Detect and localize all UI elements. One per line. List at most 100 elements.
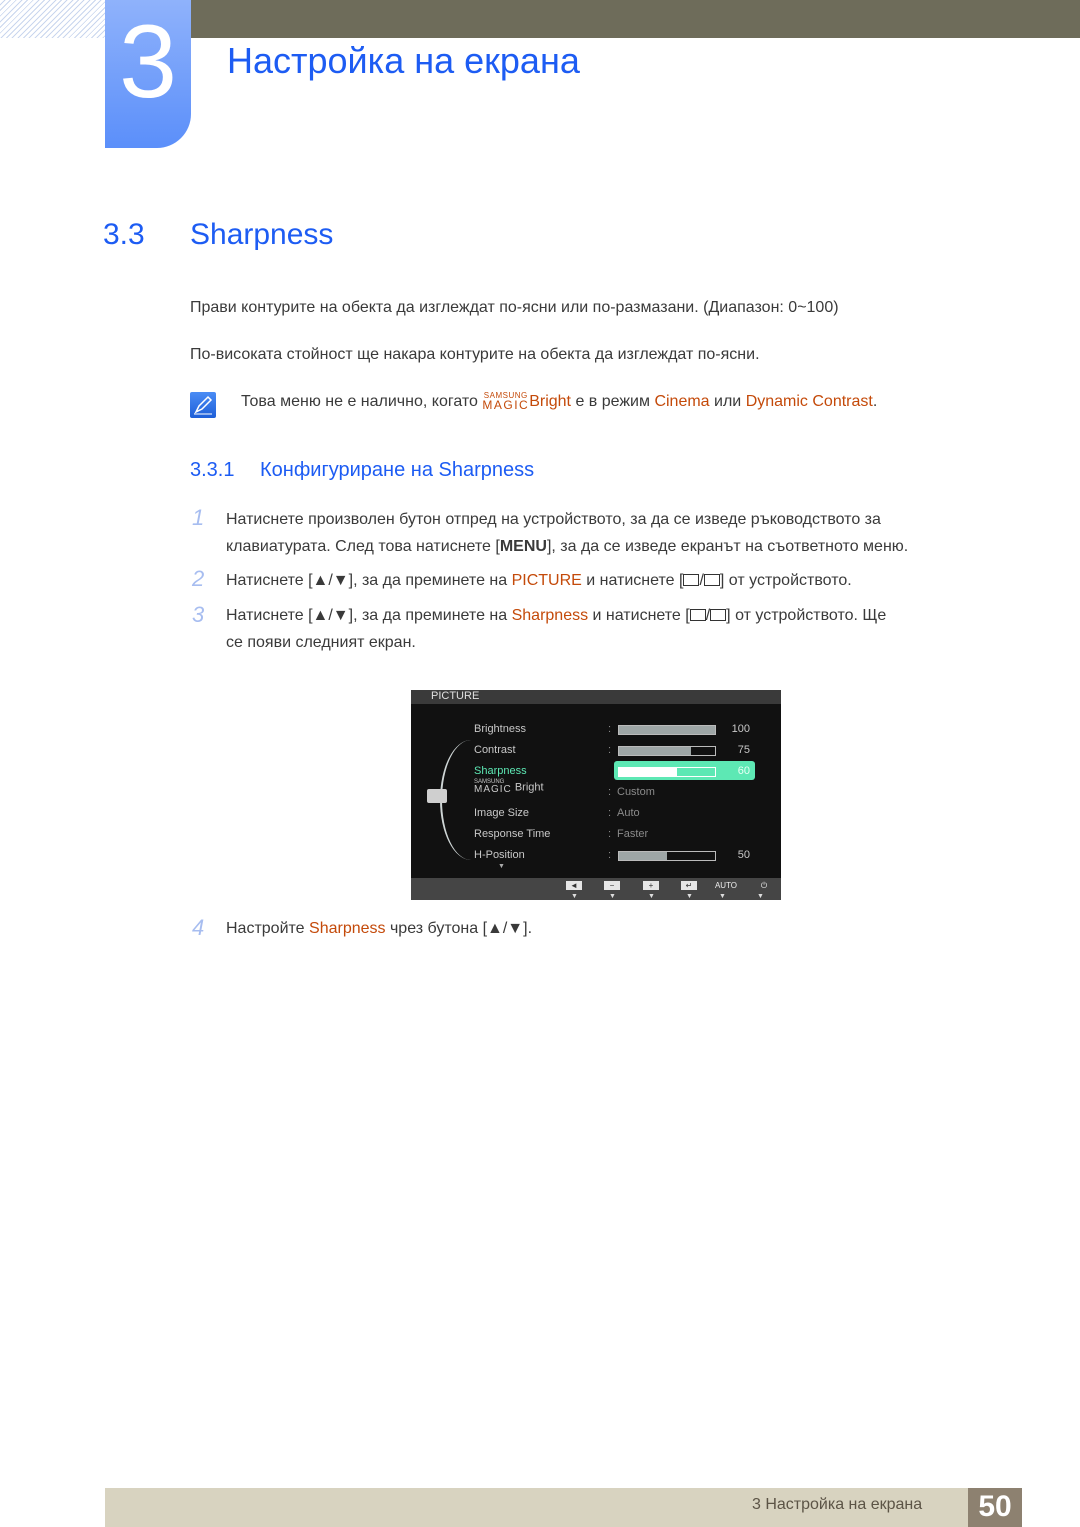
osd-title: PICTURE: [431, 690, 480, 702]
step-4-highlight: Sharpness: [309, 920, 386, 937]
step-number-4: 4: [192, 915, 205, 940]
osd-value-number: 60: [737, 765, 750, 777]
osd-bar-fill: [619, 768, 677, 776]
osd-item-label: Image Size: [474, 807, 530, 819]
chapter-badge: 3: [105, 0, 191, 148]
step-2-highlight: PICTURE: [511, 572, 582, 589]
osd-item-label: H-Position: [474, 849, 525, 861]
osd-value-text: Custom: [617, 786, 655, 798]
osd-header: PICTURE: [411, 690, 781, 704]
step-1-before: клавиатурата. След това натиснете [: [226, 538, 500, 555]
note-bright: Bright: [529, 393, 571, 410]
minus-button-icon: −: [604, 881, 620, 890]
osd-colon: :: [608, 744, 612, 756]
osd-value-text: Faster: [617, 828, 649, 840]
step-3-after: ] от устройството. Ще: [726, 607, 887, 624]
page-number-box: 50: [968, 1488, 1022, 1527]
osd-value-number: 75: [737, 744, 750, 756]
osd-item-label: Response Time: [474, 828, 551, 840]
section-title: Sharpness: [190, 218, 334, 251]
step-1-after: ], за да се изведе екранът на съответнот…: [546, 538, 909, 555]
step-number-1: 1: [192, 505, 205, 530]
osd-colon: :: [608, 849, 612, 861]
osd-value-bar: [618, 725, 716, 735]
auto-button-icon: AUTO: [714, 881, 738, 890]
osd-scroll-down-icon: ▼: [498, 863, 505, 870]
left-button-icon: ◄: [566, 881, 582, 890]
power-button-icon: ⏻: [760, 881, 768, 890]
osd-colon: :: [608, 723, 612, 735]
magic-bottom: MAGIC: [482, 398, 530, 412]
down-arrow-icon: ▼: [571, 893, 578, 900]
magic-bottom: MAGIC: [474, 784, 512, 796]
note-or: или: [709, 393, 746, 410]
step-2-after: ] от устройството.: [719, 572, 852, 589]
osd-value-bar: [618, 767, 716, 777]
osd-label-text: Bright: [514, 781, 544, 794]
step-3-mid: и натиснете [: [588, 607, 690, 624]
note-text-before: Това меню не е налично, когато: [241, 393, 483, 410]
step-4-after: чрез бутона [▲/▼].: [385, 920, 533, 937]
paragraph-description: Прави контурите на обекта да изглеждат п…: [190, 299, 839, 316]
osd-bar-fill: [619, 852, 667, 860]
step-4-before: Настройте: [226, 920, 310, 937]
osd-colon: :: [608, 786, 612, 798]
chapter-title: Настройка на екрана: [227, 40, 580, 81]
picture-menu-icon: [427, 789, 447, 803]
step-2-mid: и натиснете [: [581, 572, 684, 589]
down-arrow-icon: ▼: [686, 893, 693, 900]
osd-value-bar: [618, 746, 716, 756]
samsung-magic-logo: SAMSUNG MAGIC: [482, 392, 530, 412]
step-2-text: Натиснете [▲/▼], за да преминете на PICT…: [226, 572, 852, 589]
down-arrow-icon: ▼: [719, 893, 726, 900]
plus-button-icon: +: [643, 881, 659, 890]
subsection-number: 3.3.1: [190, 459, 235, 481]
step-3-line-2: се появи следният екран.: [226, 634, 416, 651]
osd-colon: :: [608, 807, 612, 819]
section-number: 3.3: [103, 218, 145, 251]
menu-key: MENU: [499, 538, 547, 555]
step-number-2: 2: [192, 566, 205, 591]
page-number: 50: [978, 1490, 1012, 1523]
osd-arc-decoration: [440, 740, 502, 860]
source-button-icon: [683, 574, 700, 586]
source-button-icon: [689, 609, 706, 621]
step-1-line-2: клавиатурата. След това натиснете [MENU]…: [226, 533, 908, 560]
enter-button-icon: ↵: [681, 881, 697, 890]
osd-value-number: 50: [737, 849, 750, 861]
header-decoration: [0, 0, 105, 38]
osd-value-bar: [618, 851, 716, 861]
chapter-number: 3: [119, 4, 177, 120]
down-arrow-icon: ▼: [648, 893, 655, 900]
step-3-highlight: Sharpness: [511, 607, 589, 624]
osd-bar-fill: [619, 726, 715, 734]
note-cinema: Cinema: [654, 393, 710, 410]
step-2-before: Натиснете [▲/▼], за да преминете на: [226, 572, 512, 589]
note-text: Това меню не е налично, когато SAMSUNG MA…: [241, 392, 878, 412]
step-4-text: Настройте Sharpness чрез бутона [▲/▼].: [226, 915, 532, 942]
header-bar: [190, 0, 1080, 38]
down-arrow-icon: ▼: [757, 893, 764, 900]
note-dynamic-contrast: Dynamic Contrast: [745, 393, 873, 410]
osd-colon: :: [608, 828, 612, 840]
note-pencil-icon: [190, 392, 216, 418]
enter-button-icon: [703, 574, 720, 586]
subsection-title: Конфигуриране на Sharpness: [260, 459, 535, 481]
paragraph-higher-value: По-високата стойност ще накара контурите…: [190, 346, 760, 363]
step-3-text: Натиснете [▲/▼], за да преминете на Shar…: [226, 607, 887, 624]
osd-item-label: Sharpness: [474, 765, 527, 777]
osd-bar-fill: [619, 747, 691, 755]
step-3-before: Натиснете [▲/▼], за да преминете на: [226, 607, 512, 624]
osd-value-text: Auto: [617, 807, 640, 819]
osd-item-label: SAMSUNG MAGIC Bright: [474, 779, 544, 796]
enter-button-icon: [710, 609, 727, 621]
step-number-3: 3: [192, 602, 205, 627]
osd-colon: :: [608, 765, 612, 777]
down-arrow-icon: ▼: [609, 893, 616, 900]
osd-value-number: 100: [731, 723, 750, 735]
osd-item-label: Contrast: [474, 744, 516, 756]
note-text-mid: е в режим: [571, 393, 655, 410]
osd-item-label: Brightness: [474, 723, 526, 735]
note-end: .: [872, 393, 878, 410]
step-1-line-1: Натиснете произволен бутон отпред на уст…: [226, 511, 881, 528]
